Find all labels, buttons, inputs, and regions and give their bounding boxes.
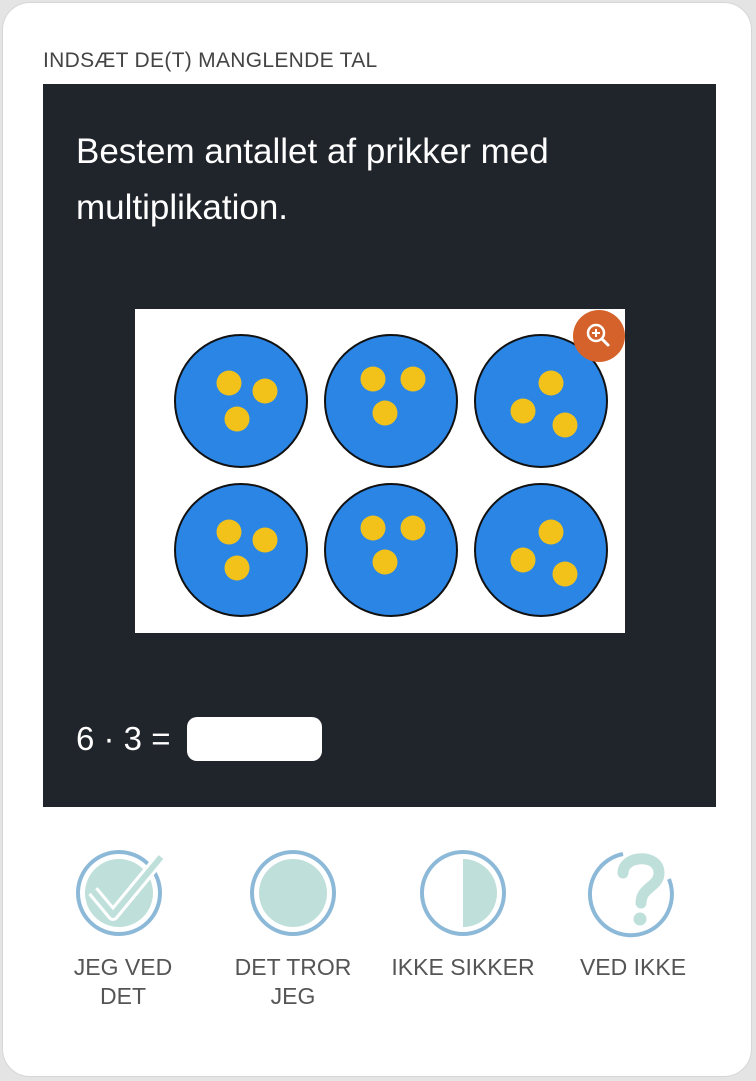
- confidence-think-label: DET TROR JEG: [234, 954, 352, 1009]
- confidence-think-button[interactable]: DET TROR JEG: [213, 843, 373, 1011]
- yellow-dot: [252, 378, 278, 404]
- yellow-dot: [510, 398, 536, 424]
- yellow-dot: [510, 547, 536, 573]
- yellow-dot: [538, 519, 564, 545]
- yellow-dot: [360, 515, 386, 541]
- yellow-dot: [216, 519, 242, 545]
- dot-group-circle: [324, 334, 458, 468]
- confidence-know-button[interactable]: JEG VED DET: [43, 843, 203, 1011]
- yellow-dot: [552, 412, 578, 438]
- task-card: INDSÆT DE(T) MANGLENDE TAL Bestem antall…: [2, 2, 752, 1077]
- yellow-dot: [538, 370, 564, 396]
- dot-group-circle: [324, 483, 458, 617]
- yellow-dot: [372, 400, 398, 426]
- yellow-dot: [216, 370, 242, 396]
- dot-group-circle: [474, 483, 608, 617]
- zoom-in-icon: [586, 323, 610, 347]
- yellow-dot: [360, 366, 386, 392]
- confidence-know-label: JEG VED DET: [73, 954, 173, 1009]
- yellow-dot: [252, 527, 278, 553]
- answer-input[interactable]: [187, 717, 322, 761]
- dot-group-circle: [174, 483, 308, 617]
- confidence-unsure-label: IKKE SIKKER: [391, 954, 535, 980]
- question-panel: Bestem antallet af prikker med multiplik…: [43, 84, 716, 807]
- confidence-dontknow-button[interactable]: VED IKKE: [553, 843, 713, 982]
- check-circle-icon: [76, 850, 166, 936]
- yellow-dot: [400, 366, 426, 392]
- filled-circle-icon: [250, 850, 336, 936]
- dot-group-circle: [174, 334, 308, 468]
- question-circle-icon: [587, 852, 674, 938]
- yellow-dot: [224, 555, 250, 581]
- yellow-dot: [400, 515, 426, 541]
- yellow-dot: [224, 406, 250, 432]
- dot-groups-figure: [135, 309, 625, 633]
- confidence-dontknow-label: VED IKKE: [579, 954, 687, 980]
- question-text: Bestem antallet af prikker med multiplik…: [76, 132, 549, 227]
- task-type-label: INDSÆT DE(T) MANGLENDE TAL: [43, 49, 378, 72]
- yellow-dot: [552, 561, 578, 587]
- zoom-button[interactable]: [573, 310, 625, 362]
- confidence-unsure-button[interactable]: IKKE SIKKER: [383, 843, 543, 982]
- half-circle-icon: [420, 850, 506, 936]
- equation-text: 6 · 3 =: [76, 720, 171, 757]
- yellow-dot: [372, 549, 398, 575]
